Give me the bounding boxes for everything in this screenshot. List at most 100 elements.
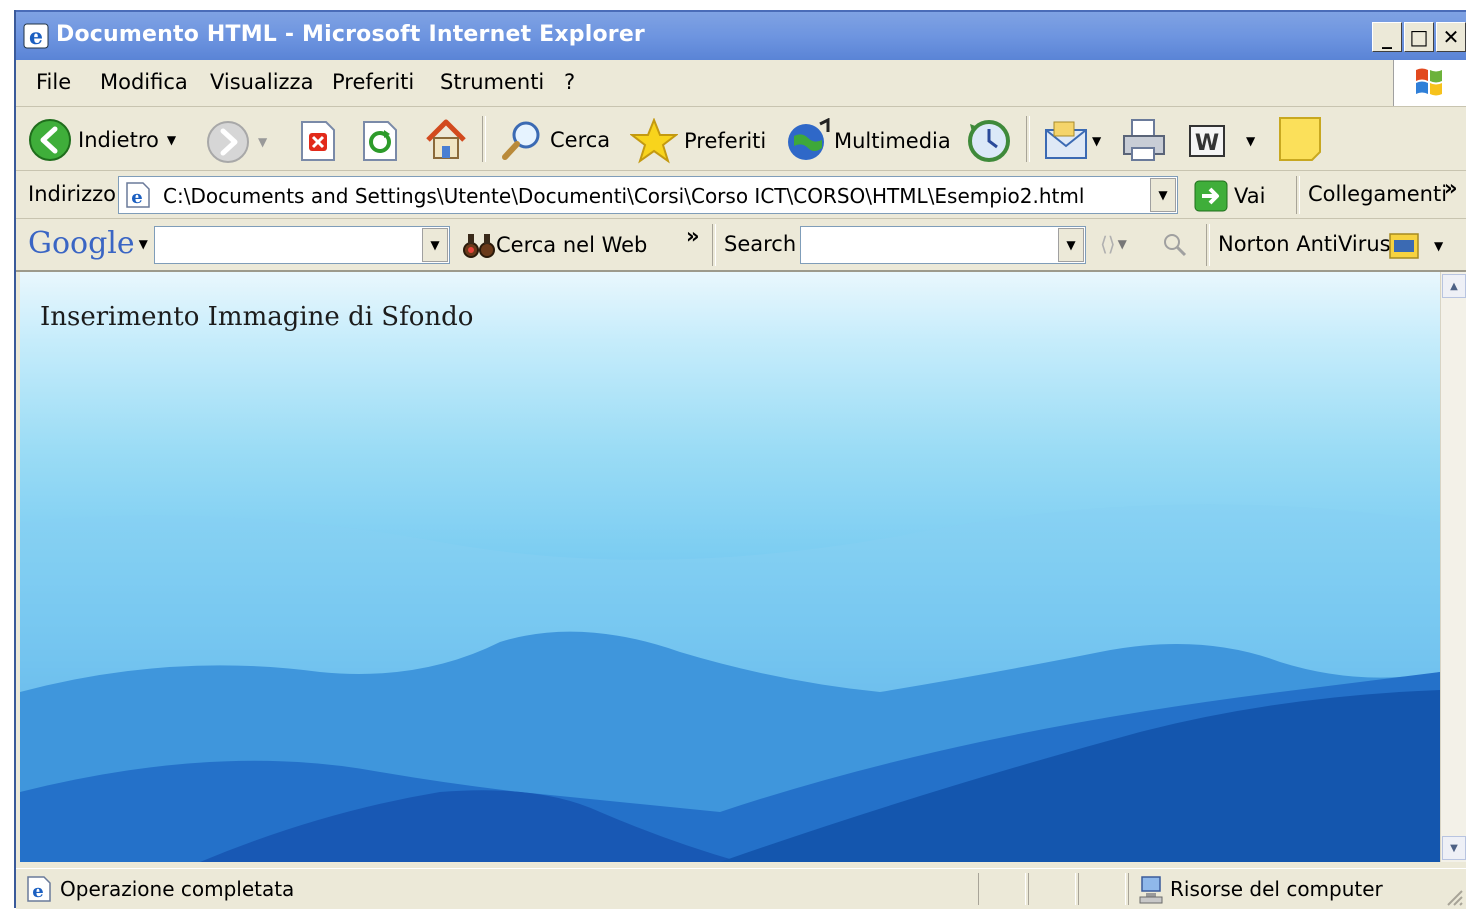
window-title: Documento HTML - Microsoft Internet Expl… [56,22,645,47]
address-separator [1296,176,1300,214]
stop-button[interactable] [298,120,338,162]
mountain-background [20,504,1440,862]
norton-dropdown-icon[interactable]: ▼ [1434,239,1443,253]
media-label: Multimedia [834,129,951,153]
search-web-button[interactable]: Cerca nel Web [462,230,647,260]
edit-word-button[interactable]: W ▼ [1188,124,1255,158]
loading-dropdown-icon[interactable]: ▼ [1118,237,1127,251]
svg-text:W: W [1195,131,1219,156]
norton-separator [1206,224,1210,266]
page-heading: Inserimento Immagine di Sfondo [40,302,474,332]
binoculars-icon [463,234,495,258]
menu-visualizza[interactable]: Visualizza [210,70,313,94]
forward-dropdown-icon[interactable]: ▼ [258,135,267,149]
scroll-up-button[interactable]: ▲ [1442,274,1466,298]
status-pane [1028,873,1076,905]
google-logo-button[interactable]: Google ▼ [28,226,148,261]
print-button[interactable] [1120,118,1168,164]
menu-modifica[interactable]: Modifica [100,70,188,94]
magnifier-icon [502,121,540,160]
refresh-icon [363,121,397,161]
status-pane [978,873,1026,905]
svg-text:e: e [131,187,142,208]
back-arrow-icon [29,119,71,161]
status-text: Operazione completata [60,877,295,901]
status-page-icon: e [27,876,51,902]
back-button[interactable]: Indietro ▼ [28,118,176,162]
search-label: Cerca [550,128,611,152]
loading-icon: ⟨⟩ [1100,232,1116,256]
address-bar: Indirizzo e C:\Documents and Settings\Ut… [16,172,1466,219]
sticky-note-icon [1279,117,1321,161]
address-field[interactable]: e C:\Documents and Settings\Utente\Docum… [118,176,1178,214]
title-bar[interactable]: e Documento HTML - Microsoft Internet Ex… [16,10,1466,60]
toolbar-separator [1026,116,1030,162]
forward-button[interactable]: ▼ [206,120,267,164]
menu-help[interactable]: ? [564,70,575,94]
menu-bar: File Modifica Visualizza Preferiti Strum… [16,60,1466,107]
google-chevron[interactable]: » [686,224,700,248]
svg-text:e: e [29,24,43,50]
norton-label[interactable]: Norton AntiVirus [1218,232,1391,256]
close-button[interactable]: ✕ [1436,22,1466,52]
edit-dropdown-icon[interactable]: ▼ [1246,134,1255,148]
menu-file[interactable]: File [36,70,71,94]
back-dropdown-icon[interactable]: ▼ [167,133,176,147]
window-controls: _ □ ✕ [1372,22,1466,52]
norton-button[interactable]: ▼ [1388,230,1443,262]
back-label: Indietro [78,128,159,152]
go-label: Vai [1234,184,1266,208]
computer-zone-icon [1139,876,1163,904]
page-viewport[interactable]: Inserimento Immagine di Sfondo [20,272,1440,862]
menu-strumenti[interactable]: Strumenti [440,70,544,94]
search-button[interactable]: Cerca [500,118,610,162]
mail-dropdown-icon[interactable]: ▼ [1092,134,1101,148]
find-magnifier-icon [1164,234,1187,257]
menu-preferiti[interactable]: Preferiti [332,70,414,94]
google-dropdown-icon[interactable]: ▼ [139,237,148,251]
mail-icon [1045,121,1087,159]
refresh-button[interactable] [360,120,400,162]
svg-text:e: e [32,881,43,902]
toolbar-separator [482,116,486,162]
status-bar: e Operazione completata Risorse del comp… [16,868,1466,909]
search-label: Search [724,232,797,256]
windows-logo-icon [1393,60,1466,106]
search-input-dropdown-icon[interactable]: ▼ [1058,228,1084,262]
media-globe-icon [788,118,830,160]
links-chevron[interactable]: » [1444,176,1458,200]
discuss-button[interactable] [1276,114,1324,164]
star-icon [630,118,678,164]
google-search-input[interactable]: ▼ [154,226,450,264]
mail-button[interactable]: ▼ [1044,120,1101,162]
media-button[interactable]: Multimedia [786,118,951,164]
resize-grip-icon[interactable] [1442,885,1464,907]
standard-toolbar: Indietro ▼ ▼ Cerca Preferiti Multimedia … [16,108,1466,171]
address-dropdown-icon[interactable]: ▼ [1150,178,1176,212]
history-button[interactable] [966,118,1012,164]
refresh-search-button[interactable]: ⟨⟩ ▼ [1100,232,1127,256]
search-web-label: Cerca nel Web [496,233,648,257]
maximize-button[interactable]: □ [1404,22,1434,52]
links-button[interactable]: Collegamenti [1308,182,1447,206]
page-icon: e [126,182,150,208]
address-value: C:\Documents and Settings\Utente\Documen… [163,184,1085,208]
second-search-input[interactable]: ▼ [800,226,1086,264]
vertical-scrollbar[interactable]: ▲ ▼ [1440,272,1466,862]
google-separator [712,224,716,266]
google-input-dropdown-icon[interactable]: ▼ [422,228,448,262]
scroll-down-button[interactable]: ▼ [1442,836,1466,860]
address-label: Indirizzo [28,182,117,206]
favorites-button[interactable]: Preferiti [630,118,766,164]
forward-arrow-icon [207,121,249,163]
status-pane [1078,873,1126,905]
go-button[interactable]: Vai [1194,180,1265,212]
favorites-label: Preferiti [684,129,767,153]
ie-logo-icon: e [23,23,49,50]
history-clock-icon [968,120,1010,162]
find-button[interactable] [1162,232,1188,258]
home-button[interactable] [422,116,470,164]
minimize-button[interactable]: _ [1372,22,1402,52]
word-edit-icon: W [1189,125,1225,157]
browser-window: e Documento HTML - Microsoft Internet Ex… [14,10,1466,909]
